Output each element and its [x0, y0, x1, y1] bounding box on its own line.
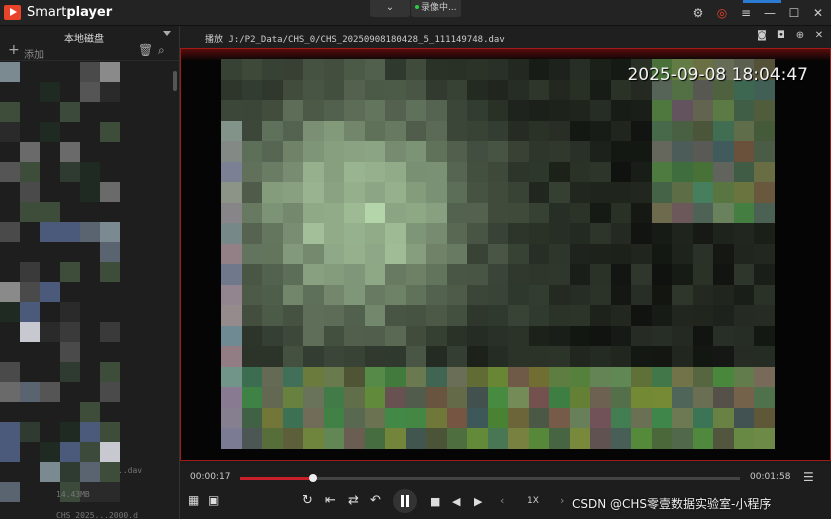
zoom-icon[interactable]: ⊕ — [794, 30, 806, 41]
screenshot-grid-icon[interactable]: ▦ — [188, 493, 199, 507]
recording-badge[interactable]: 录像中... — [411, 0, 461, 17]
slower-icon[interactable]: ‹ — [500, 494, 504, 507]
prev-frame-icon[interactable]: ◀ — [452, 495, 460, 508]
menu-icon[interactable]: ≡ — [739, 6, 753, 20]
chevron-down-icon — [163, 31, 171, 36]
speed-label: 1X — [527, 496, 539, 506]
playlist-icon[interactable]: ☰ — [803, 470, 814, 484]
maximize-icon[interactable]: ☐ — [787, 6, 801, 20]
seek-bar[interactable] — [240, 474, 740, 482]
close-icon[interactable]: ✕ — [811, 6, 825, 20]
playback-controls: 00:00:17 00:01:58 ☰ ▦ ▣ ↻ ⇤ ⇄ ↶ ■ ◀ ▶ ‹ … — [180, 464, 831, 519]
record-clip-icon[interactable]: ◘ — [775, 30, 787, 41]
collapse-dropdown-button[interactable]: ⌄ — [370, 0, 410, 17]
thumbnail-list[interactable] — [0, 62, 179, 519]
search-icon[interactable]: ⌕ — [158, 43, 165, 58]
minimize-icon[interactable]: — — [763, 6, 777, 20]
plus-icon[interactable]: + — [8, 42, 20, 58]
sidebar-scrollbar[interactable] — [173, 71, 177, 91]
file-sidebar: 本地磁盘 + 添加 🗑 ⌕ ..dav 14.43MB CHS_2025...2… — [0, 26, 180, 519]
list-item-filename: ..dav — [118, 466, 143, 475]
toolbox-icon[interactable]: ▣ — [208, 493, 219, 507]
seek-handle[interactable] — [308, 474, 317, 482]
trash-icon[interactable]: 🗑 — [138, 43, 153, 57]
stop-icon[interactable]: ■ — [430, 495, 440, 508]
gear-icon[interactable]: ⚙ — [691, 6, 705, 20]
frame-step-icon[interactable]: ⇤ — [325, 493, 336, 508]
faster-icon[interactable]: › — [560, 494, 564, 507]
rewind-icon[interactable]: ↶ — [370, 493, 381, 508]
add-button[interactable]: 添加 — [24, 46, 44, 61]
video-timestamp: 2025-09-08 18:04:47 — [627, 65, 808, 85]
elapsed-time: 00:00:17 — [190, 472, 231, 482]
download-progress-bar — [743, 0, 781, 3]
player-area: 播放 J:/P2_Data/CHS_0/CHS_20250908180428_5… — [180, 26, 831, 519]
app-logo-icon — [4, 5, 21, 20]
pause-button[interactable] — [393, 489, 417, 513]
close-icon[interactable]: ✕ — [813, 30, 825, 41]
list-item-size: 14.43MB — [56, 490, 90, 499]
swap-icon[interactable]: ⇄ — [348, 493, 359, 508]
next-frame-icon[interactable]: ▶ — [474, 495, 482, 508]
watermark: CSDN @CHS零壹数据实验室-小程序 — [572, 497, 772, 511]
camera-icon[interactable]: ◙ — [756, 30, 768, 41]
skin-icon[interactable]: ◎ — [715, 6, 729, 20]
source-selector[interactable]: 本地磁盘 — [0, 26, 179, 45]
video-view[interactable]: 2025-09-08 18:04:47 — [180, 48, 831, 461]
repeat-icon[interactable]: ↻ — [302, 493, 313, 508]
app-title: Smartplayer — [27, 5, 113, 20]
source-label: 本地磁盘 — [64, 34, 104, 45]
path-bar: 播放 J:/P2_Data/CHS_0/CHS_20250908180428_5… — [180, 26, 831, 48]
title-bar: Smartplayer ⌄ 录像中... ⚙ ◎ ≡ — ☐ ✕ — [0, 0, 831, 26]
recording-dot-icon — [415, 5, 419, 9]
list-item-next: CHS_2025...2000.d — [56, 511, 138, 519]
total-time: 00:01:58 — [750, 472, 791, 482]
file-path: 播放 J:/P2_Data/CHS_0/CHS_20250908180428_5… — [205, 35, 505, 45]
